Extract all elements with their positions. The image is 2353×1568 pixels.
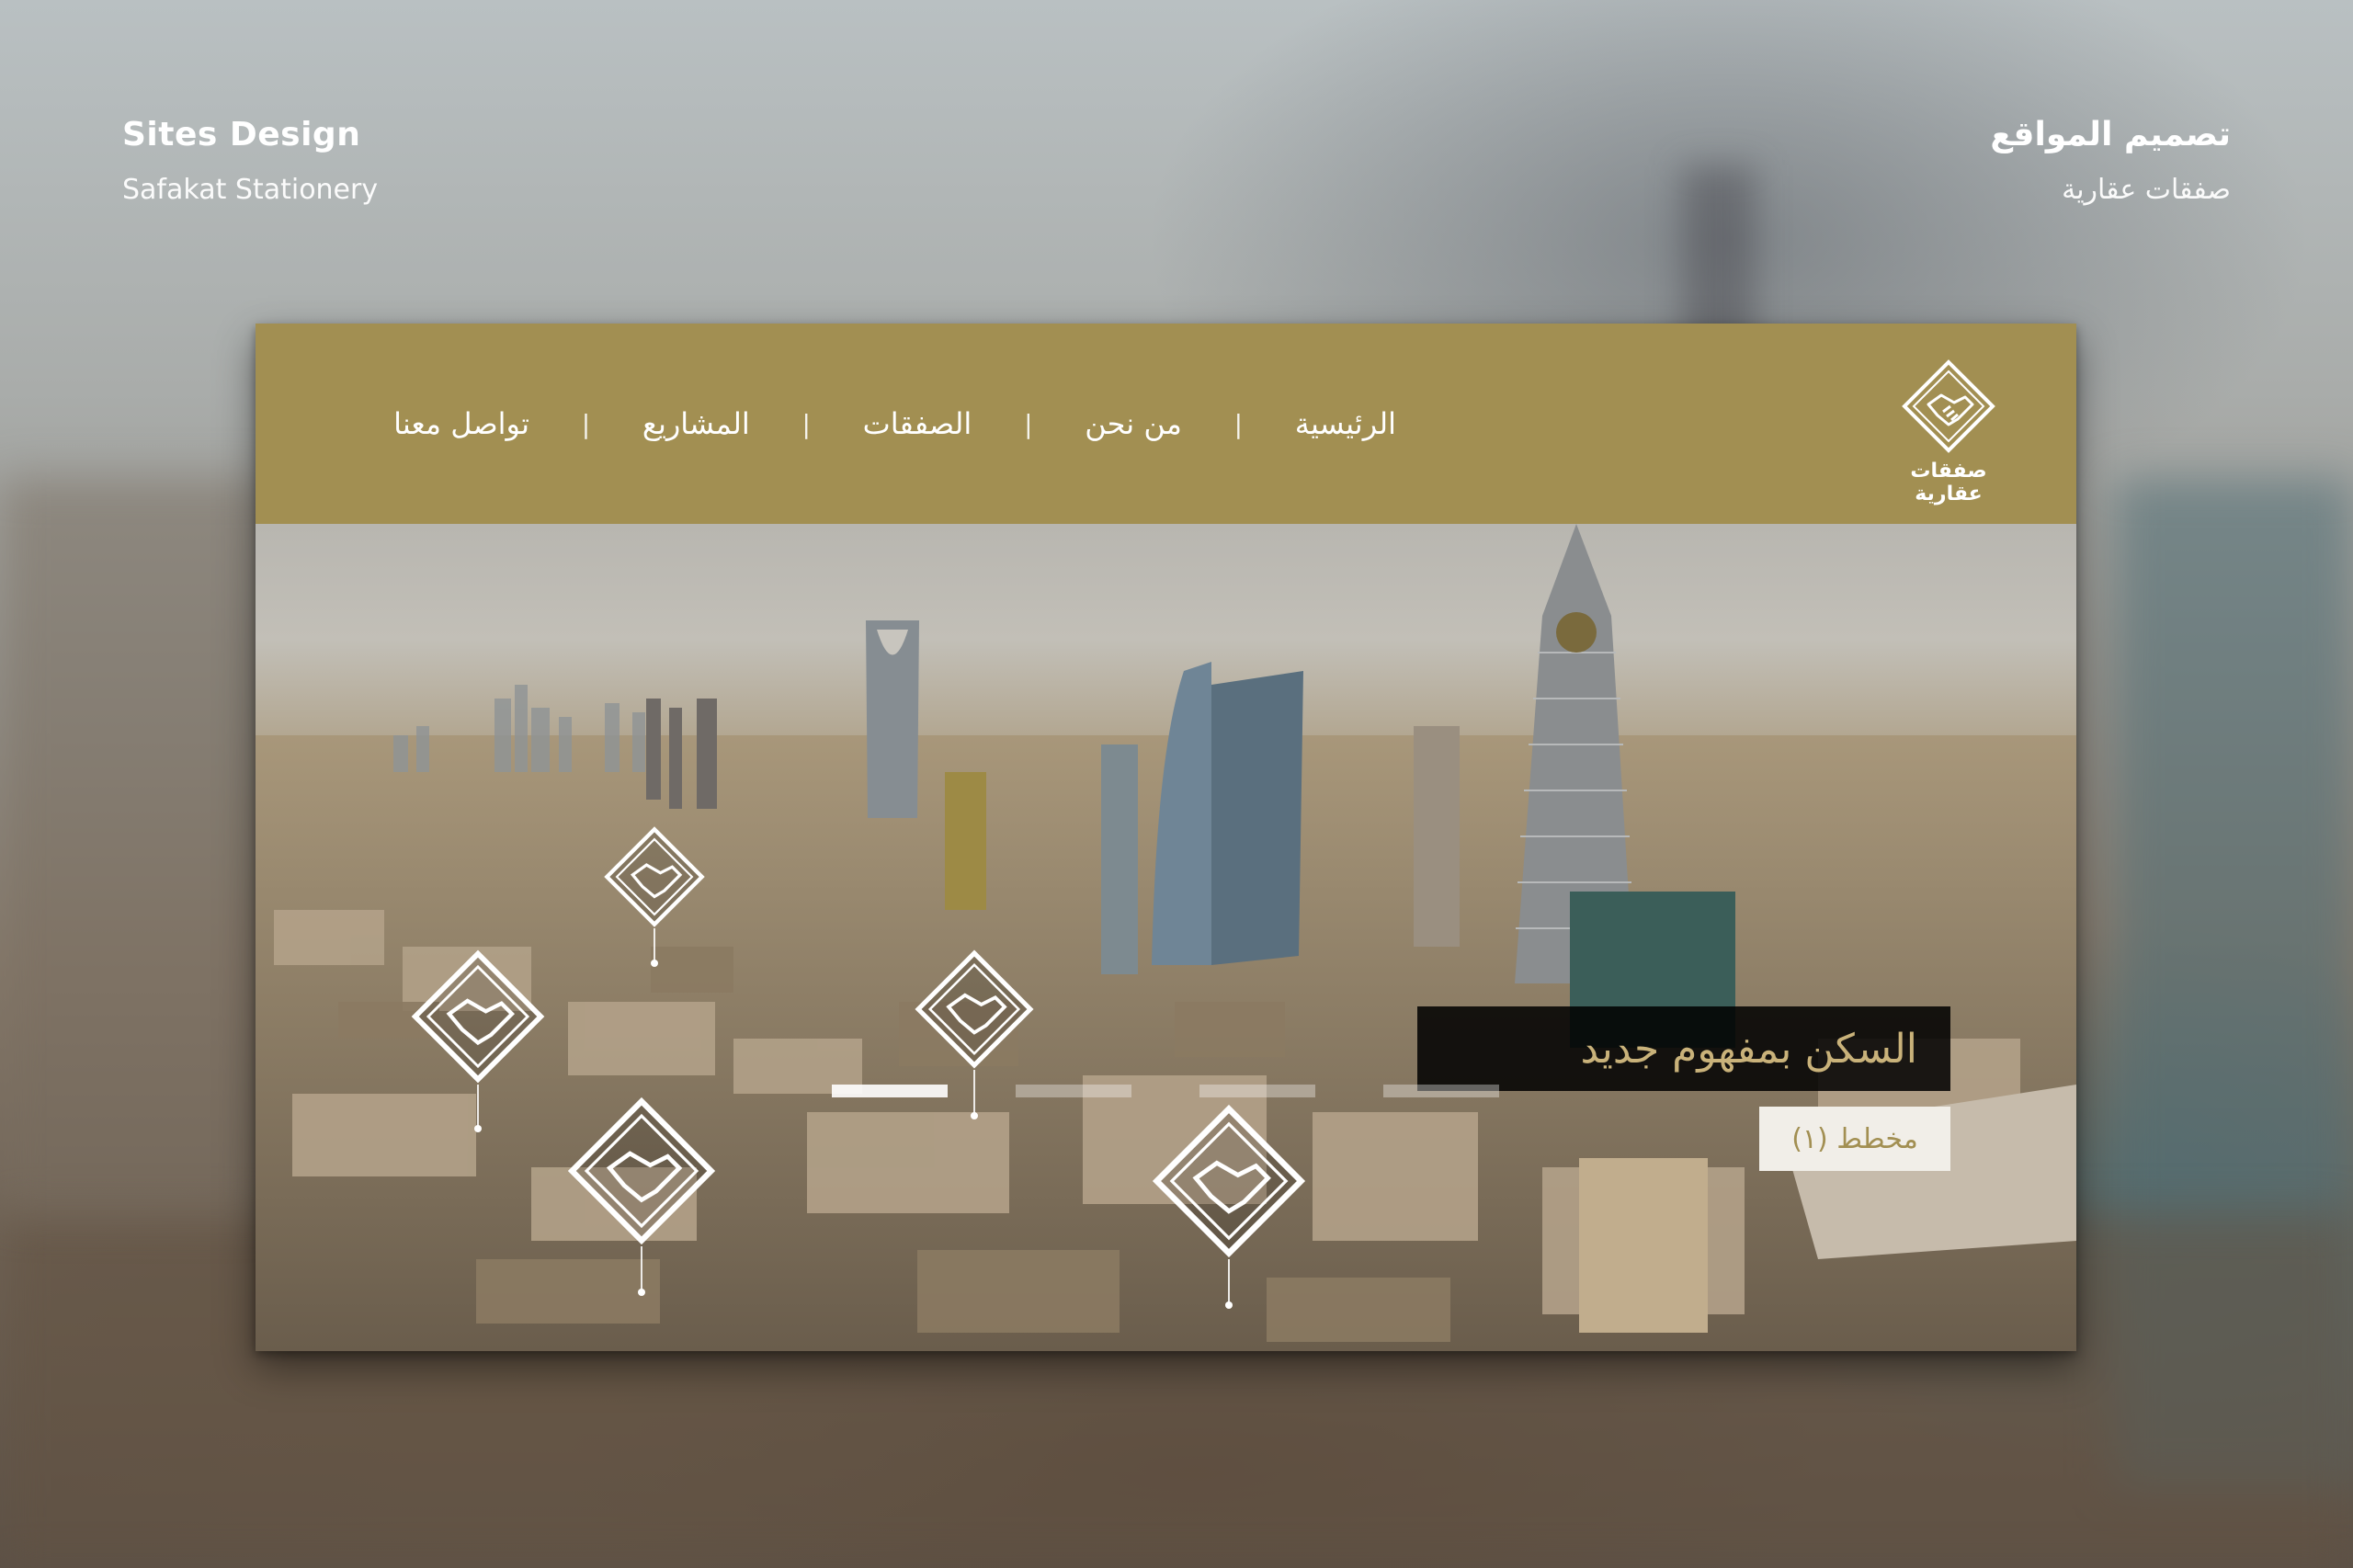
nav-separator: | <box>1024 408 1033 439</box>
site-logo[interactable]: صفقات عقارية <box>1880 358 2018 506</box>
project-subtitle-ar: صفقات عقارية <box>2062 174 2231 206</box>
project-subtitle-en: Safakat Stationery <box>122 174 379 206</box>
handshake-marker-icon <box>604 826 705 927</box>
main-navigation: الرئيسية | من نحن | الصفقات | المشاريع |… <box>393 324 1396 524</box>
hero-banner: السكن بمفهوم جديد مخطط (١) <box>256 524 2076 1351</box>
nav-separator: | <box>1233 408 1244 439</box>
nav-about[interactable]: من نحن <box>1085 406 1182 441</box>
project-title-en: Sites Design <box>122 116 361 153</box>
slide-indicator-1[interactable] <box>832 1085 948 1097</box>
handshake-marker-icon <box>567 1096 716 1245</box>
nav-separator: | <box>801 408 811 439</box>
map-marker[interactable] <box>1151 1103 1307 1314</box>
project-label-ar: تصميم المواقع صفقات عقارية <box>1990 116 2231 206</box>
website-mockup: صفقات عقارية الرئيسية | من نحن | الصفقات… <box>256 324 2076 1351</box>
handshake-marker-icon <box>915 949 1034 1069</box>
nav-separator: | <box>581 408 591 439</box>
handshake-diamond-logo-icon <box>1902 359 1995 453</box>
handshake-marker-icon <box>411 949 545 1084</box>
handshake-marker-icon <box>1152 1104 1306 1258</box>
hero-headline: السكن بمفهوم جديد <box>1417 1006 1950 1091</box>
slide-indicator-2[interactable] <box>1016 1085 1131 1097</box>
nav-deals[interactable]: الصفقات <box>863 406 972 441</box>
brand-name: صفقات عقارية <box>1910 460 1987 506</box>
nav-contact[interactable]: تواصل معنا <box>393 406 529 441</box>
nav-home[interactable]: الرئيسية <box>1295 406 1396 441</box>
slide-indicator-3[interactable] <box>1199 1085 1315 1097</box>
map-marker[interactable] <box>603 825 706 972</box>
plan-button[interactable]: مخطط (١) <box>1759 1107 1950 1171</box>
project-title-ar: تصميم المواقع <box>1990 116 2231 153</box>
slide-indicator-4[interactable] <box>1383 1085 1499 1097</box>
map-marker[interactable] <box>410 949 546 1132</box>
site-header: صفقات عقارية الرئيسية | من نحن | الصفقات… <box>256 324 2076 524</box>
project-label-en: Sites Design Safakat Stationery <box>122 116 378 206</box>
nav-projects[interactable]: المشاريع <box>642 406 750 441</box>
map-marker[interactable] <box>566 1096 717 1298</box>
